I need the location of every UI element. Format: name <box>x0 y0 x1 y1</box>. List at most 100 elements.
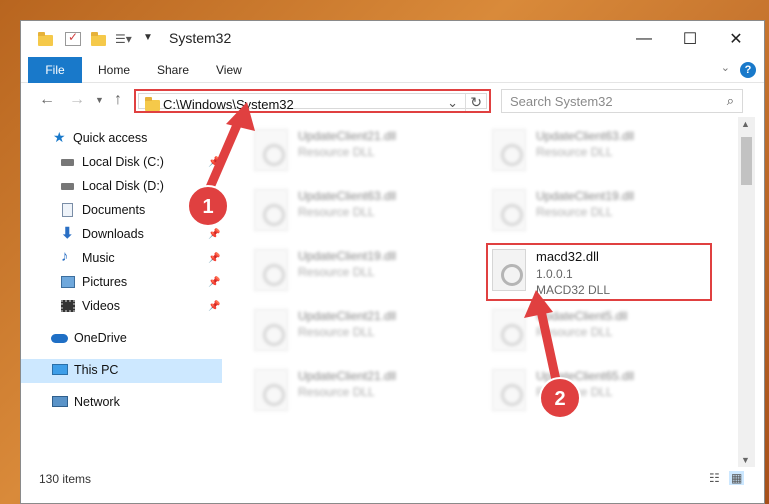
address-path: C:\Windows\System32 <box>163 97 294 112</box>
tab-share[interactable]: Share <box>157 63 189 77</box>
search-box[interactable]: Search System32 ⌕ <box>501 89 743 113</box>
recent-locations-icon[interactable]: ▼ <box>95 95 104 105</box>
tab-view[interactable]: View <box>216 63 242 77</box>
computer-icon <box>52 364 68 375</box>
dll-file-icon <box>492 369 526 411</box>
sidebar-item-pictures[interactable]: Pictures 📌 <box>21 271 222 295</box>
sidebar-item-videos[interactable]: Videos 📌 <box>21 295 222 319</box>
refresh-icon[interactable]: ↻ <box>465 94 482 111</box>
up-arrow-icon[interactable]: ↑ <box>114 91 122 109</box>
dll-file-icon <box>254 129 288 171</box>
search-icon[interactable]: ⌕ <box>727 93 734 109</box>
dll-file-icon <box>492 189 526 231</box>
help-icon[interactable]: ? <box>740 62 756 78</box>
navigation-pane: ★ Quick access Local Disk (C:) 📌 Local D… <box>21 117 222 467</box>
scroll-down-icon[interactable]: ▼ <box>741 455 750 465</box>
file-tile[interactable]: UpdateClient5.dll Resource DLL <box>484 303 704 359</box>
details-view-icon[interactable]: ☷ <box>709 471 720 485</box>
pin-icon[interactable]: 📌 <box>208 253 220 264</box>
dll-file-icon <box>254 309 288 351</box>
sidebar-item-label: Documents <box>82 203 146 217</box>
sidebar-item-documents[interactable]: Documents 📌 <box>21 199 222 223</box>
file-name: UpdateClient19.dll <box>536 189 635 203</box>
sidebar-item-local-disk-c[interactable]: Local Disk (C:) 📌 <box>21 151 222 175</box>
forward-arrow-icon[interactable]: → <box>69 91 85 109</box>
file-tile[interactable]: UpdateClient21.dll Resource DLL <box>246 123 466 179</box>
sidebar-item-this-pc[interactable]: This PC <box>21 359 222 383</box>
file-type: Resource DLL <box>298 265 375 279</box>
pin-icon[interactable]: 📌 <box>208 229 220 240</box>
file-tile[interactable]: UpdateClient63.dll Resource DLL <box>246 183 466 239</box>
sidebar-item-music[interactable]: ♪ Music 📌 <box>21 247 222 271</box>
pin-icon[interactable]: 📌 <box>208 205 220 216</box>
star-icon: ★ <box>53 129 66 145</box>
file-tile[interactable]: UpdateClient19.dll Resource DLL <box>246 243 466 299</box>
address-bar[interactable]: C:\Windows\System32 ⌄ ↻ <box>134 89 491 113</box>
highlight-box <box>486 243 712 301</box>
dll-file-icon <box>254 249 288 291</box>
file-type: Resource DLL <box>298 145 375 159</box>
file-tile[interactable]: UpdateClient19.dll Resource DLL <box>484 183 704 239</box>
file-tile[interactable]: UpdateClient63.dll Resource DLL <box>484 123 704 179</box>
address-dropdown-icon[interactable]: ⌄ <box>447 95 458 111</box>
dll-file-icon <box>254 369 288 411</box>
download-icon: ⬇ <box>61 225 74 242</box>
chevron-down-icon[interactable]: ▼ <box>143 32 159 46</box>
file-name: UpdateClient21.dll <box>298 369 397 383</box>
properties-icon[interactable]: ✓ <box>65 30 81 46</box>
sidebar-item-quick-access[interactable]: ★ Quick access <box>21 127 222 151</box>
file-tile[interactable]: UpdateClient65.dll Resource DLL <box>484 363 704 419</box>
network-icon <box>52 396 68 407</box>
folder-icon <box>145 97 160 111</box>
pin-icon[interactable]: 📌 <box>208 301 220 312</box>
file-type: Resource DLL <box>536 385 613 399</box>
file-name: UpdateClient21.dll <box>298 129 397 143</box>
minimize-button[interactable]: — <box>621 21 667 57</box>
search-placeholder: Search System32 <box>510 94 613 109</box>
tab-home[interactable]: Home <box>98 63 130 77</box>
music-icon: ♪ <box>61 248 69 265</box>
pin-icon[interactable]: 📌 <box>208 157 220 168</box>
sidebar-item-label: Pictures <box>82 275 128 289</box>
pin-icon[interactable]: 📌 <box>208 277 220 288</box>
sidebar-item-onedrive[interactable]: OneDrive <box>21 327 222 351</box>
file-explorer-window: ✓ ☰▾ ▼ System32 — ☐ ✕ File Home Share Vi… <box>20 20 765 504</box>
customize-toolbar-icon[interactable]: ☰▾ <box>115 32 132 46</box>
scroll-up-icon[interactable]: ▲ <box>741 119 750 129</box>
dll-file-icon <box>492 129 526 171</box>
scrollbar-thumb[interactable] <box>741 137 752 185</box>
title-bar: ✓ ☰▾ ▼ System32 — ☐ ✕ <box>21 21 764 57</box>
new-folder-icon[interactable] <box>91 32 107 46</box>
file-type: Resource DLL <box>298 205 375 219</box>
cloud-icon <box>51 334 68 343</box>
file-tile[interactable]: UpdateClient21.dll Resource DLL <box>246 303 466 359</box>
pictures-icon <box>61 276 75 288</box>
vertical-scrollbar[interactable]: ▲ ▼ <box>738 117 755 467</box>
sidebar-item-local-disk-d[interactable]: Local Disk (D:) <box>21 175 222 199</box>
sidebar-item-label: Network <box>74 395 120 409</box>
sidebar-item-label: Videos <box>82 299 120 313</box>
videos-icon <box>61 300 75 312</box>
expand-ribbon-icon[interactable]: ⌄ <box>721 61 730 74</box>
close-button[interactable]: ✕ <box>713 21 759 57</box>
drive-icon <box>61 183 74 190</box>
file-type: Resource DLL <box>298 385 375 399</box>
tab-file[interactable]: File <box>28 57 82 83</box>
maximize-button[interactable]: ☐ <box>667 21 713 57</box>
documents-icon <box>62 203 73 217</box>
file-type: Resource DLL <box>536 145 613 159</box>
sidebar-item-label: OneDrive <box>74 331 127 345</box>
item-count: 130 items <box>39 472 92 486</box>
navigation-bar: ← → ▼ ↑ C:\Windows\System32 ⌄ ↻ Search S… <box>21 83 764 117</box>
file-name: UpdateClient65.dll <box>536 369 635 383</box>
address-field[interactable]: C:\Windows\System32 ⌄ ↻ <box>138 93 487 112</box>
sidebar-item-downloads[interactable]: ⬇ Downloads 📌 <box>21 223 222 247</box>
file-tile[interactable]: UpdateClient21.dll Resource DLL <box>246 363 466 419</box>
file-name: UpdateClient63.dll <box>298 189 397 203</box>
sidebar-item-label: Downloads <box>82 227 144 241</box>
ribbon-tabs: File Home Share View ⌄ ? <box>21 57 764 83</box>
file-type: Resource DLL <box>536 325 613 339</box>
sidebar-item-network[interactable]: Network <box>21 391 222 415</box>
large-icons-view-icon[interactable]: ▦ <box>729 471 745 485</box>
back-arrow-icon[interactable]: ← <box>39 91 55 109</box>
